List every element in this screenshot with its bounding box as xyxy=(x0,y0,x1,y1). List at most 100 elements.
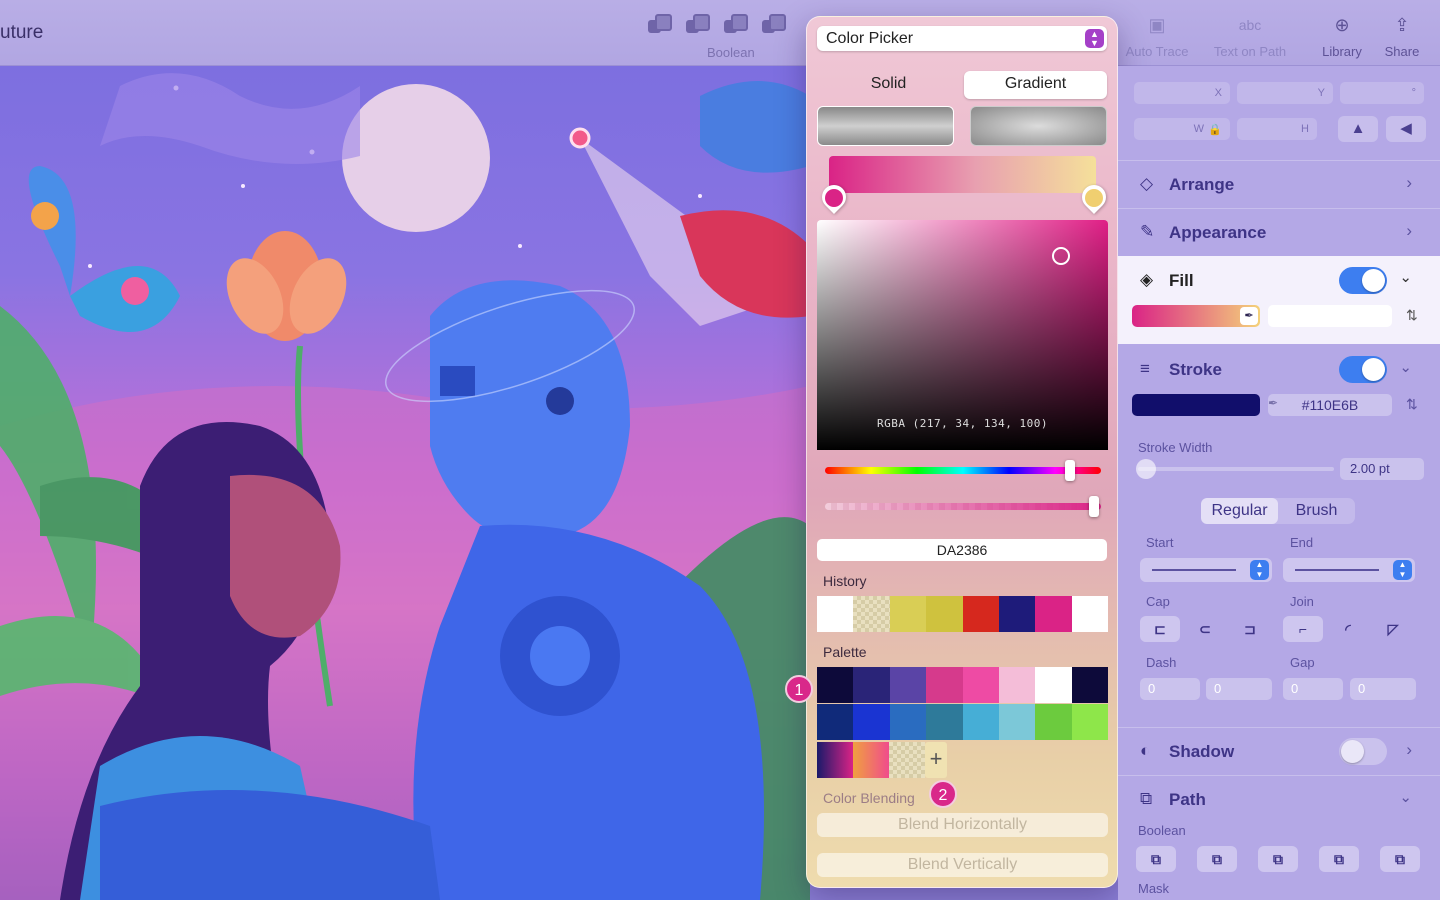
share-button[interactable]: ⇪ Share xyxy=(1362,12,1440,59)
cap-square-icon[interactable]: ⊐ xyxy=(1230,616,1270,642)
path-section[interactable]: ⧉ Path ⌄ xyxy=(1118,775,1440,821)
boolean-subtract-icon[interactable] xyxy=(686,14,710,36)
select-arrows-icon: ▲ ▼ xyxy=(1393,560,1412,580)
shadow-toggle[interactable] xyxy=(1339,738,1387,765)
gradient-stop-end[interactable] xyxy=(1077,177,1111,215)
chevron-down-icon[interactable]: ⌄ xyxy=(1399,268,1412,286)
palette-swatch[interactable] xyxy=(1035,667,1072,703)
history-swatch[interactable] xyxy=(817,596,854,632)
hue-slider-thumb[interactable] xyxy=(1065,460,1075,481)
history-swatch[interactable] xyxy=(998,596,1036,632)
history-swatch[interactable] xyxy=(1035,596,1072,632)
height-field[interactable]: H xyxy=(1237,118,1317,140)
boolean-intersect-icon[interactable]: ⧉ xyxy=(1258,846,1298,872)
path-title: Path xyxy=(1169,790,1206,809)
palette-swatch[interactable] xyxy=(889,667,927,703)
fill-value-field[interactable] xyxy=(1268,305,1392,327)
boolean-subtract-icon[interactable]: ⧉ xyxy=(1197,846,1237,872)
cap-round-icon[interactable]: ⊂ xyxy=(1185,616,1225,642)
dash-field[interactable]: 0 xyxy=(1140,678,1200,700)
palette-swatch[interactable] xyxy=(962,667,999,703)
palette-swatch[interactable] xyxy=(853,704,890,740)
history-swatch[interactable] xyxy=(1071,596,1108,632)
y-field[interactable]: Y xyxy=(1237,82,1333,104)
boolean-union-icon[interactable]: ⧉ xyxy=(1136,846,1176,872)
history-swatch[interactable] xyxy=(962,596,999,632)
blend-vertically-button[interactable]: Blend Vertically xyxy=(817,853,1108,877)
hue-slider[interactable] xyxy=(825,460,1101,481)
eyedropper-icon[interactable]: ✒ xyxy=(1240,307,1258,325)
appearance-section[interactable]: ✎ Appearance › xyxy=(1118,208,1440,254)
stroke-hex-field[interactable]: #110E6B xyxy=(1268,394,1392,416)
flip-vertical-icon[interactable]: ▲ xyxy=(1338,116,1378,142)
stroke-toggle[interactable] xyxy=(1339,356,1387,383)
swap-icon[interactable]: ⇅ xyxy=(1406,307,1418,324)
end-arrowhead-select[interactable]: ▲ ▼ xyxy=(1283,558,1415,582)
palette-swatch[interactable] xyxy=(853,667,890,703)
picker-mode-select[interactable]: Color Picker ▲ ▼ xyxy=(817,26,1107,51)
add-swatch-button[interactable]: + xyxy=(925,742,947,778)
palette-swatch[interactable] xyxy=(1071,667,1108,703)
rotation-field[interactable]: ° xyxy=(1340,82,1424,104)
palette-swatch[interactable] xyxy=(889,704,927,740)
stroke-width-field[interactable]: 2.00 pt xyxy=(1340,458,1424,480)
palette-swatch[interactable] xyxy=(1035,704,1072,740)
chevron-down-icon[interactable]: ⌄ xyxy=(1399,358,1412,376)
boolean-divide-icon[interactable]: ⧉ xyxy=(1380,846,1420,872)
hex-input[interactable]: DA2386 xyxy=(817,539,1107,561)
boolean-difference-icon[interactable] xyxy=(762,14,786,36)
boolean-difference-icon[interactable]: ⧉ xyxy=(1319,846,1359,872)
opacity-slider[interactable] xyxy=(825,496,1101,517)
tab-brush[interactable]: Brush xyxy=(1278,498,1355,524)
cap-butt-icon[interactable]: ⊏ xyxy=(1140,616,1180,642)
opacity-slider-thumb[interactable] xyxy=(1089,496,1099,517)
boolean-intersect-icon[interactable] xyxy=(724,14,748,36)
palette-swatch[interactable] xyxy=(1071,704,1108,740)
palette-swatch[interactable] xyxy=(962,704,999,740)
gap-field[interactable]: 0 xyxy=(1350,678,1416,700)
text-on-path-button[interactable]: abc Text on Path xyxy=(1210,12,1290,59)
stroke-width-slider[interactable] xyxy=(1136,459,1334,479)
join-bevel-icon[interactable]: ◸ xyxy=(1373,616,1413,642)
palette-swatch[interactable] xyxy=(817,704,854,740)
arrange-section[interactable]: ◇ Arrange › xyxy=(1118,160,1440,206)
stroke-width-thumb[interactable] xyxy=(1136,459,1156,479)
gradient-stop-start[interactable] xyxy=(817,177,851,215)
canvas[interactable] xyxy=(0,66,810,900)
palette-swatch[interactable] xyxy=(817,667,854,703)
palette-swatch[interactable] xyxy=(998,667,1036,703)
tab-solid[interactable]: Solid xyxy=(817,71,960,99)
palette-swatch[interactable] xyxy=(926,704,963,740)
saturation-value-square[interactable]: RGBA (217, 34, 134, 100) xyxy=(817,220,1108,450)
history-swatch[interactable] xyxy=(926,596,963,632)
join-round-icon[interactable]: ◜ xyxy=(1328,616,1368,642)
auto-trace-button[interactable]: ▣ Auto Trace xyxy=(1117,12,1197,59)
history-swatch[interactable] xyxy=(889,596,927,632)
gradient-bar[interactable] xyxy=(829,156,1096,193)
fill-toggle[interactable] xyxy=(1339,267,1387,294)
gap-field[interactable]: 0 xyxy=(1283,678,1343,700)
flip-horizontal-icon[interactable]: ◀ xyxy=(1386,116,1426,142)
x-field[interactable]: X xyxy=(1134,82,1230,104)
palette-gradient-swatch[interactable] xyxy=(817,742,853,778)
palette-gradient-swatch[interactable] xyxy=(853,742,889,778)
boolean-union-icon[interactable] xyxy=(648,14,672,36)
color-cursor[interactable] xyxy=(1052,247,1070,265)
shadow-section[interactable]: ◐ Shadow › xyxy=(1118,727,1440,773)
palette-swatch[interactable] xyxy=(926,667,963,703)
blend-horizontally-button[interactable]: Blend Horizontally xyxy=(817,813,1108,837)
palette-gradient-swatch[interactable] xyxy=(889,742,925,778)
tab-regular[interactable]: Regular xyxy=(1201,498,1278,524)
tab-gradient[interactable]: Gradient xyxy=(964,71,1107,99)
palette-swatch[interactable] xyxy=(998,704,1036,740)
stroke-color-swatch[interactable]: ✒ xyxy=(1132,394,1278,416)
start-arrowhead-select[interactable]: ▲ ▼ xyxy=(1140,558,1272,582)
dash-field[interactable]: 0 xyxy=(1206,678,1272,700)
radial-gradient-option[interactable] xyxy=(970,106,1107,146)
join-miter-icon[interactable]: ⌐ xyxy=(1283,616,1323,642)
fill-gradient-swatch[interactable]: ✒ xyxy=(1132,305,1260,327)
linear-gradient-option[interactable] xyxy=(817,106,954,146)
history-swatch[interactable] xyxy=(853,596,890,632)
width-field[interactable]: W 🔒 xyxy=(1134,118,1230,140)
swap-icon[interactable]: ⇅ xyxy=(1406,396,1418,413)
